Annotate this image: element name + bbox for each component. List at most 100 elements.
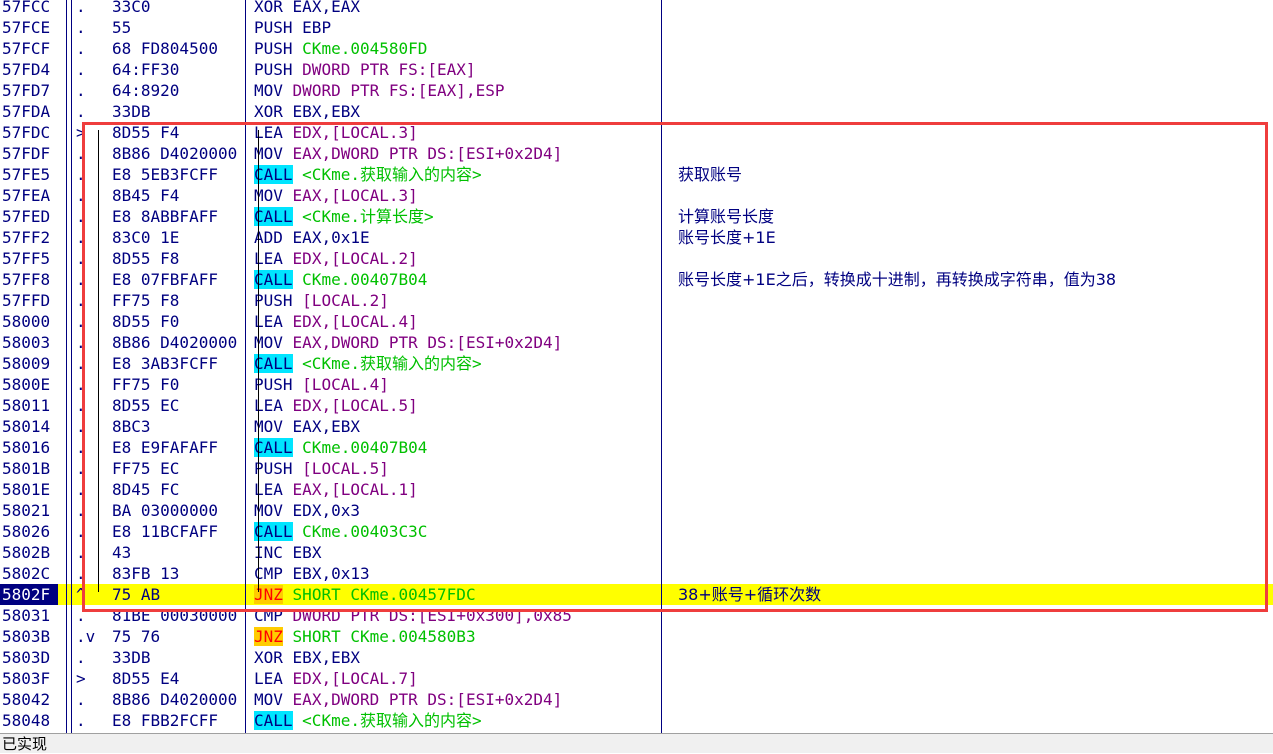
disassembly-cell: JNZ SHORT CKme.00457FDC (254, 584, 654, 605)
mnemonic: LEA (254, 669, 283, 688)
address-cell: 57FE5 (2, 165, 51, 184)
hex-bytes-cell: 8BC3 (112, 417, 151, 436)
operand: EBP (302, 18, 332, 37)
address-cell: 58021 (2, 501, 51, 520)
address-cell: 58009 (2, 354, 51, 373)
jump-marker: . (76, 186, 86, 205)
disasm-row[interactable]: 5802B. 43 INC EBX (0, 542, 1273, 563)
operand: [LOCAL.4] (302, 375, 389, 394)
disassembly-cell: LEA EDX,[LOCAL.4] (254, 311, 654, 332)
address-cell: 57FF5 (2, 249, 51, 268)
hex-bytes-cell: 33C0 (112, 0, 151, 16)
operand: SHORT CKme.004580B3 (292, 627, 476, 646)
operand: <CKme.获取输入的内容> (302, 165, 482, 184)
comment-cell (678, 374, 1268, 395)
disassembly-cell: MOV EAX,EBX (254, 416, 654, 437)
jump-marker: . (76, 690, 86, 709)
disasm-row[interactable]: 57FDC >8D55 F4 LEA EDX,[LOCAL.3] (0, 122, 1273, 143)
disasm-row[interactable]: 5803B .v 75 76 JNZ SHORT CKme.004580B3 (0, 626, 1273, 647)
hex-bytes-cell: 83FB 13 (112, 564, 180, 583)
disasm-row[interactable]: 57FEA. 8B45 F4 MOV EAX,[LOCAL.3] (0, 185, 1273, 206)
hex-bytes-cell: FF75 EC (112, 459, 180, 478)
comment-cell (678, 122, 1268, 143)
disasm-row[interactable]: 57FCC. 33C0 XOR EAX,EAX (0, 0, 1273, 17)
hex-bytes-cell: 43 (112, 543, 132, 562)
disasm-row[interactable]: 58011. 8D55 EC LEA EDX,[LOCAL.5] (0, 395, 1273, 416)
address-cell: 57FEA (2, 186, 51, 205)
hex-bytes-cell: 8D55 EC (112, 396, 180, 415)
comment-cell (678, 626, 1268, 647)
disasm-row[interactable]: 58042. 8B86 D4020000 MOV EAX,DWORD PTR DS:… (0, 689, 1273, 710)
comment-cell (678, 353, 1268, 374)
disasm-row[interactable]: 5803D. 33DB XOR EBX,EBX (0, 647, 1273, 668)
disasm-row[interactable]: 5802F ^ 75 AB JNZ SHORT CKme.00457FDC 38+账号+… (0, 584, 1273, 605)
disassembly-cell: XOR EBX,EBX (254, 101, 654, 122)
jump-marker: . (76, 60, 86, 79)
jump-marker: . (76, 606, 86, 625)
mnemonic: JNZ (254, 627, 283, 646)
operand: [LOCAL.5] (302, 459, 389, 478)
address-cell: 58014 (2, 417, 51, 436)
disasm-row[interactable]: 57FED. E8 8ABBFAFF CALL <CKme.计算长度> 计算账号长度 (0, 206, 1273, 227)
disassembly-cell: CMP EBX,0x13 (254, 563, 654, 584)
disasm-row[interactable]: 57FD4. 64:FF30 PUSH DWORD PTR FS:[EAX] (0, 59, 1273, 80)
disasm-row[interactable]: 57FCE. 55 PUSH EBP (0, 17, 1273, 38)
comment-cell (678, 668, 1268, 689)
jump-marker: . (76, 312, 86, 331)
disasm-row[interactable]: 58026. E8 11BCFAFF CALL CKme.00403C3C (0, 521, 1273, 542)
mnemonic: CALL (254, 270, 293, 289)
disasm-row[interactable]: 58016. E8 E9FAFAFF CALL CKme.00407B04 (0, 437, 1273, 458)
address-cell: 58000 (2, 312, 51, 331)
disassembly-view[interactable]: 57FCC. 33C0 XOR EAX,EAX 57FCE. 55 PUSH EBP 57F… (0, 0, 1273, 731)
disasm-row[interactable]: 57FDA. 33DB XOR EBX,EBX (0, 101, 1273, 122)
disasm-row[interactable]: 58014. 8BC3 MOV EAX,EBX (0, 416, 1273, 437)
disasm-row[interactable]: 57FD7. 64:8920 MOV DWORD PTR FS:[EAX],ESP (0, 80, 1273, 101)
disasm-row[interactable]: 5803F >8D55 E4 LEA EDX,[LOCAL.7] (0, 668, 1273, 689)
address-cell: 57FCC (2, 0, 51, 16)
address-cell: 5801B (2, 459, 51, 478)
operand: EAX,[LOCAL.3] (292, 186, 418, 205)
disasm-row[interactable]: 58031. 81BE 00030000 CMP DWORD PTR DS:[ESI… (0, 605, 1273, 626)
mnemonic: XOR (254, 0, 283, 16)
operand: EDX,[LOCAL.3] (292, 123, 418, 142)
disasm-row[interactable]: 5802C. 83FB 13 CMP EBX,0x13 (0, 563, 1273, 584)
disasm-row[interactable]: 57FFD. FF75 F8 PUSH [LOCAL.2] (0, 290, 1273, 311)
comment-cell (678, 332, 1268, 353)
disasm-row[interactable]: 58009. E8 3AB3FCFF CALL <CKme.获取输入的内容> (0, 353, 1273, 374)
status-text: 已实现 (2, 735, 48, 753)
disasm-row[interactable]: 57FE5. E8 5EB3FCFF CALL <CKme.获取输入的内容> 获取账号 (0, 164, 1273, 185)
disasm-row[interactable]: 5801B. FF75 EC PUSH [LOCAL.5] (0, 458, 1273, 479)
disasm-row[interactable]: 58048. E8 FBB2FCFF CALL <CKme.获取输入的内容> (0, 710, 1273, 731)
disassembly-cell: MOV DWORD PTR FS:[EAX],ESP (254, 80, 654, 101)
comment-cell (678, 563, 1268, 584)
disasm-row[interactable]: 57FF5. 8D55 F8 LEA EDX,[LOCAL.2] (0, 248, 1273, 269)
operand: EDX,[LOCAL.7] (292, 669, 418, 688)
disassembly-cell: PUSH DWORD PTR FS:[EAX] (254, 59, 654, 80)
mnemonic: PUSH (254, 60, 293, 79)
address-cell: 5803F (2, 669, 51, 688)
disasm-row[interactable]: 57FDF. 8B86 D4020000 MOV EAX,DWORD PTR DS:… (0, 143, 1273, 164)
disasm-row[interactable]: 57FF8. E8 07FBFAFF CALL CKme.00407B04 账号长度+… (0, 269, 1273, 290)
address-cell: 57FF2 (2, 228, 51, 247)
disasm-row[interactable]: 57FCF. 68 FD804500 PUSH CKme.004580FD (0, 38, 1273, 59)
disasm-row[interactable]: 5800E. FF75 F0 PUSH [LOCAL.4] (0, 374, 1273, 395)
disassembly-cell: CALL <CKme.获取输入的内容> (254, 710, 654, 731)
comment-cell (678, 290, 1268, 311)
disasm-row[interactable]: 58021. BA 03000000 MOV EDX,0x3 (0, 500, 1273, 521)
address-cell: 57FD7 (2, 81, 51, 100)
jump-marker: . (76, 648, 86, 667)
comment-cell: 38+账号+循环次数 (678, 585, 822, 604)
mnemonic: XOR (254, 648, 283, 667)
disasm-row[interactable]: 58000. 8D55 F0 LEA EDX,[LOCAL.4] (0, 311, 1273, 332)
disassembly-cell: JNZ SHORT CKme.004580B3 (254, 626, 654, 647)
jump-marker: > (76, 123, 86, 142)
hex-bytes-cell: 64:8920 (112, 81, 180, 100)
hex-bytes-cell: E8 FBB2FCFF (112, 711, 218, 730)
disasm-row[interactable]: 5801E. 8D45 FC LEA EAX,[LOCAL.1] (0, 479, 1273, 500)
loop-bracket (258, 130, 259, 592)
disasm-row[interactable]: 58003. 8B86 D4020000 MOV EAX,DWORD PTR DS:… (0, 332, 1273, 353)
address-cell: 57FDF (2, 144, 51, 163)
disasm-row[interactable]: 57FF2. 83C0 1E ADD EAX,0x1E 账号长度+1E (0, 227, 1273, 248)
address-cell: 57FF8 (2, 270, 51, 289)
operand: EDX,0x3 (292, 501, 360, 520)
